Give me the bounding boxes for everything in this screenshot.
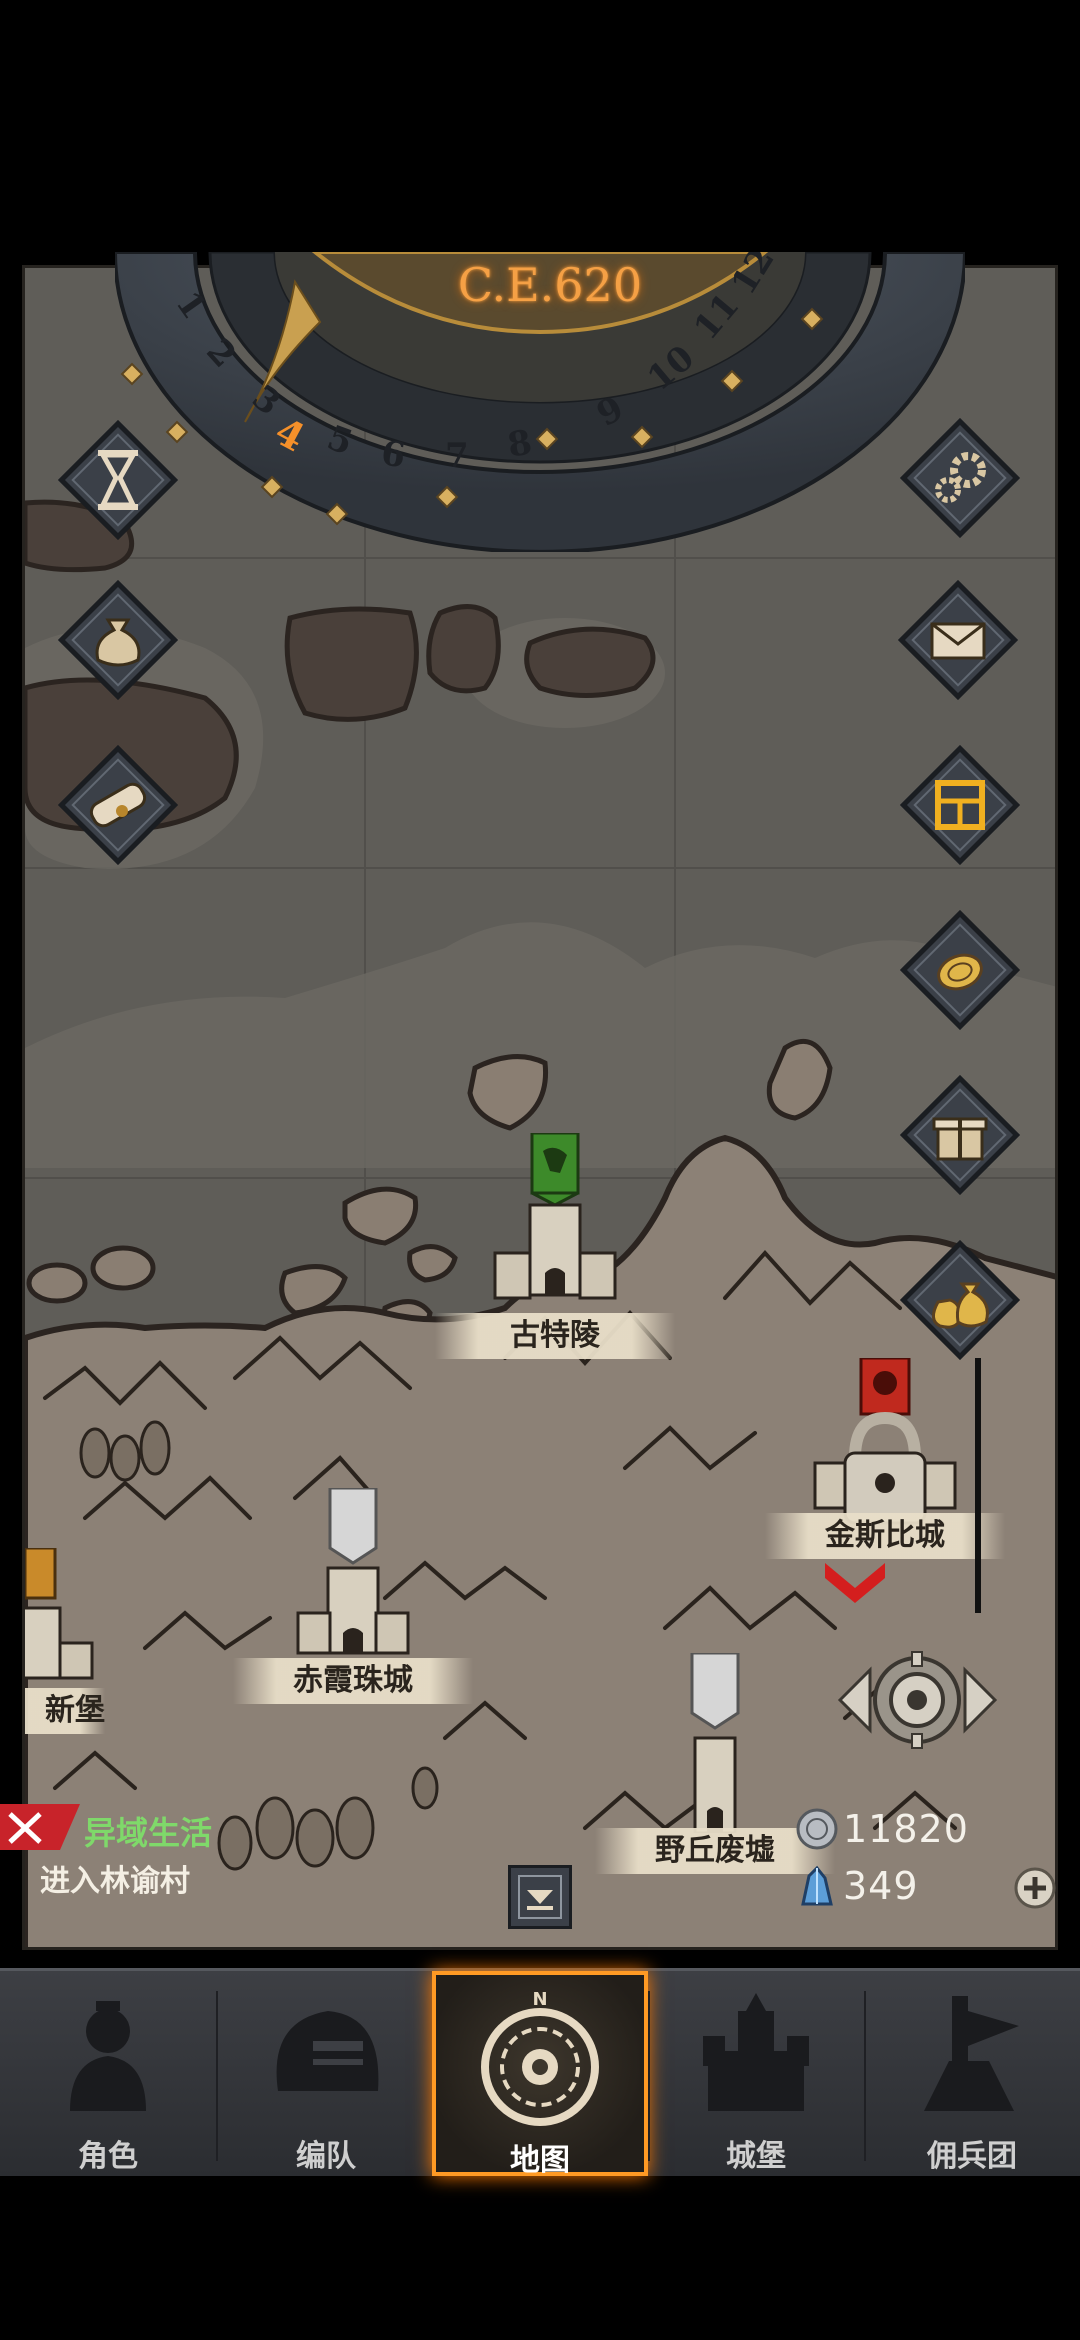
tab-mercenaries-label: 佣兵团 (927, 2139, 1017, 2174)
envelope-icon (898, 580, 1018, 700)
tab-mercenaries[interactable]: 佣兵团 (864, 1971, 1080, 2176)
mail-button[interactable] (898, 580, 1018, 700)
town-xinbao-castle (25, 1546, 94, 1680)
event-board-button[interactable] (900, 745, 1020, 865)
tab-character-label: 角色 (78, 2139, 138, 2174)
tab-castle[interactable]: 城堡 (648, 1971, 864, 2176)
hourglass-icon (58, 420, 178, 540)
territory-border (975, 1358, 981, 1613)
town-jinsibi[interactable]: 金斯比城 (765, 1356, 1005, 1603)
money-bags-icon (900, 1240, 1020, 1360)
quest-title: 异域生活 (84, 1814, 213, 1852)
plus-icon (1014, 1867, 1056, 1909)
silver-resource: 11820 (795, 1805, 1025, 1855)
calendar-board-icon (900, 745, 1020, 865)
tab-castle-label: 城堡 (726, 2139, 786, 2174)
tab-formation[interactable]: 编队 (218, 1971, 434, 2176)
gift-button[interactable] (900, 1075, 1020, 1195)
town-chixiazhu-label: 赤霞珠城 (233, 1658, 473, 1704)
castle-icon (703, 1993, 809, 2111)
treasure-bags-button[interactable] (900, 1240, 1020, 1360)
silver-amount: 11820 (843, 1807, 969, 1851)
helmet-icon (276, 2011, 379, 2091)
settings-button[interactable] (900, 418, 1020, 538)
chevron-down-icon (518, 1875, 562, 1919)
target-compass-icon (837, 1651, 998, 1749)
town-gutling-label: 古特陵 (435, 1313, 675, 1359)
compass-icon: N (481, 1989, 599, 2126)
map-dpad-button[interactable] (830, 1640, 1005, 1760)
town-yeqiu-ruins[interactable]: 野丘废墟 (595, 1651, 835, 1874)
crystal-resource: 349 (795, 1862, 1025, 1912)
quest-description: 进入林谕村 (40, 1864, 190, 1899)
tab-map-label: 地图 (510, 2143, 570, 2178)
town-chixiazhu[interactable]: 赤霞珠城 (233, 1486, 473, 1708)
red-chevron-icon (825, 1563, 885, 1603)
compass-north-letter: N (532, 1989, 547, 2010)
knight-icon (70, 2001, 146, 2111)
town-xinbao[interactable]: 新堡 (25, 1546, 105, 1748)
gear-icon (900, 418, 1020, 538)
quest-tracker[interactable]: 异域生活 进入林谕村 (0, 1800, 260, 1900)
hourglass-button[interactable] (58, 420, 178, 540)
coin-icon (900, 910, 1020, 1030)
crossed-swords-icon (0, 1804, 80, 1850)
town-yeqiu-tower (690, 1651, 740, 1835)
town-gutling-castle (493, 1131, 617, 1300)
year-label: C.E.620 (457, 258, 643, 312)
tab-map[interactable]: N 地图 (432, 1971, 648, 2178)
town-jinsibi-label: 金斯比城 (765, 1513, 1005, 1559)
money-bag-icon (58, 580, 178, 700)
collapse-toggle-button[interactable] (508, 1865, 572, 1929)
coin-shop-button[interactable] (900, 910, 1020, 1030)
crystal-amount: 349 (843, 1864, 919, 1908)
add-crystal-button[interactable] (1013, 1866, 1057, 1910)
scroll-button[interactable] (58, 745, 178, 865)
tab-formation-label: 编队 (296, 2139, 356, 2174)
town-gutling[interactable]: 古特陵 (435, 1131, 675, 1363)
scroll-icon (58, 745, 178, 865)
town-xinbao-label: 新堡 (25, 1688, 105, 1734)
tab-character[interactable]: 角色 (0, 1971, 216, 2176)
gift-icon (900, 1075, 1020, 1195)
svg-text:7: 7 (445, 436, 469, 476)
silver-coin-icon (796, 1808, 838, 1850)
bottom-navigation: 角色 编队 N 地图 城堡 佣兵团 (0, 1968, 1080, 2178)
crystal-icon (801, 1865, 833, 1906)
treasure-bag-button[interactable] (58, 580, 178, 700)
town-chixiazhu-castle (296, 1486, 410, 1655)
mercenary-icon (924, 1996, 1019, 2111)
